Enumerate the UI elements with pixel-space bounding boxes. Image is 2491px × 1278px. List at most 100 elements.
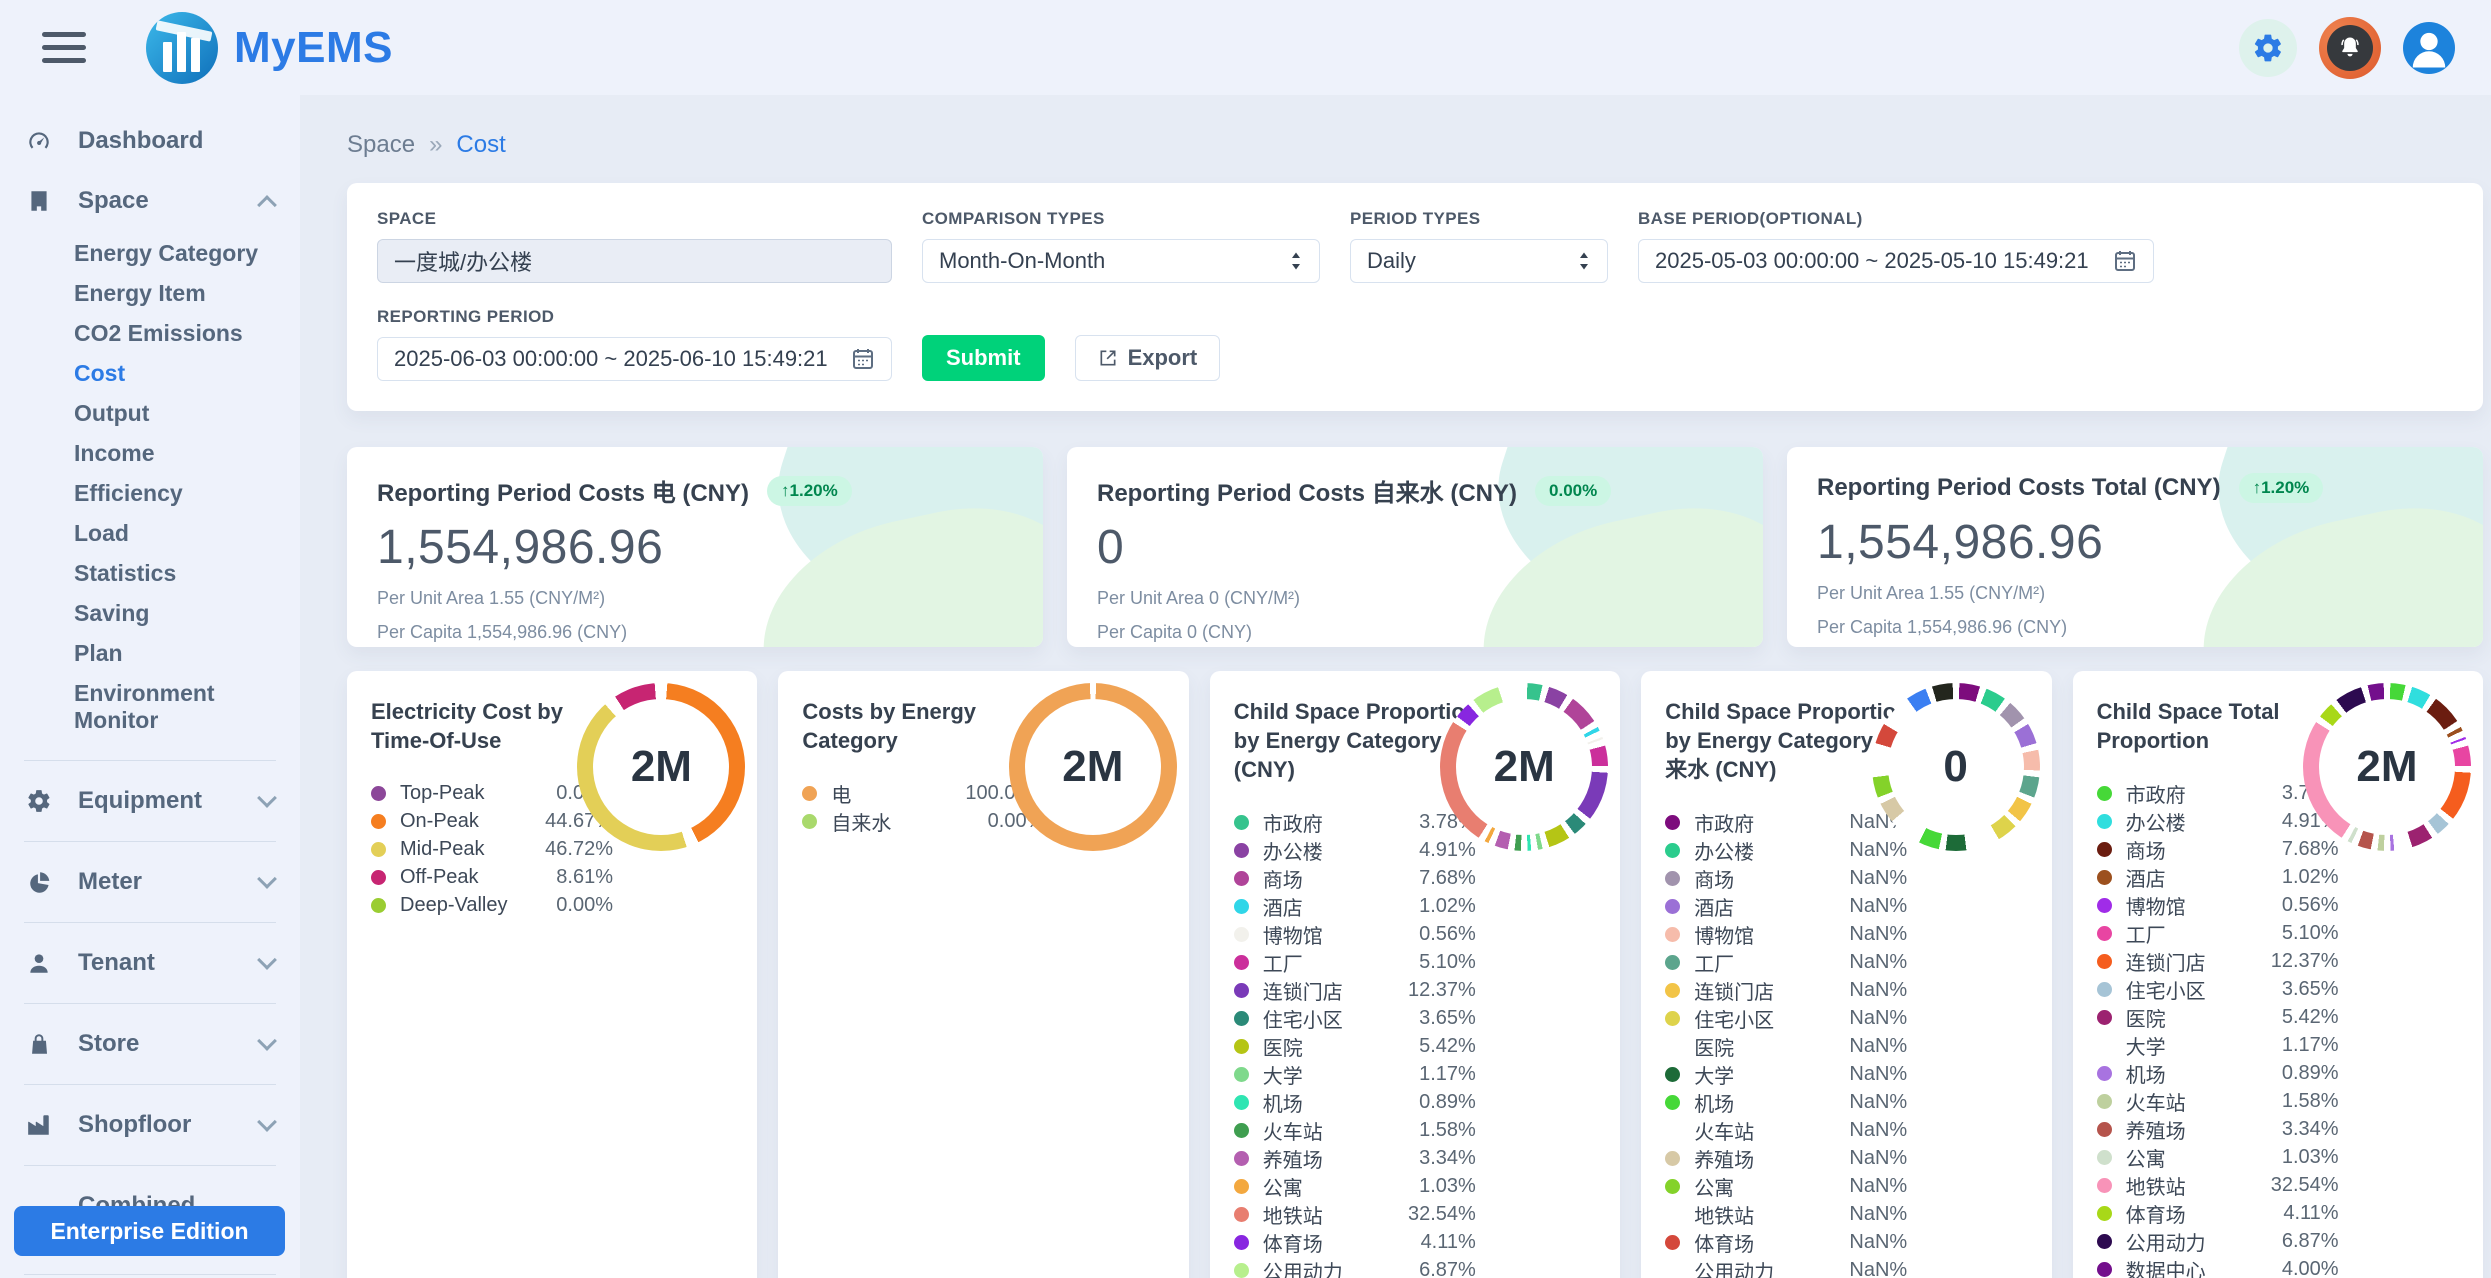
- legend-item[interactable]: 公用动力6.87%: [2097, 1227, 2339, 1255]
- reporting-period-input[interactable]: 2025-06-03 00:00:00 ~ 2025-06-10 15:49:2…: [377, 337, 892, 381]
- legend-item[interactable]: 办公楼4.91%: [1234, 836, 1476, 864]
- user-avatar-icon[interactable]: [2403, 22, 2455, 74]
- legend-item[interactable]: 数据中心4.00%: [2097, 1255, 2339, 1278]
- legend-item[interactable]: 养殖场NaN%: [1665, 1144, 1907, 1172]
- legend-item[interactable]: 住宅小区3.65%: [1234, 1004, 1476, 1032]
- legend-item[interactable]: 商场NaN%: [1665, 864, 1907, 892]
- legend-item[interactable]: Top-Peak0.00%: [371, 779, 613, 807]
- comparison-types-select[interactable]: Month-On-Month: [922, 239, 1320, 283]
- legend-item[interactable]: 住宅小区3.65%: [2097, 975, 2339, 1003]
- legend-item[interactable]: 医院NaN%: [1665, 1032, 1907, 1060]
- legend-item[interactable]: 机场NaN%: [1665, 1088, 1907, 1116]
- legend-item[interactable]: 机场0.89%: [2097, 1059, 2339, 1087]
- legend-item[interactable]: 公用动力NaN%: [1665, 1256, 1907, 1278]
- legend-item[interactable]: 机场0.89%: [1234, 1088, 1476, 1116]
- legend-item[interactable]: 酒店1.02%: [1234, 892, 1476, 920]
- legend-item[interactable]: 商场7.68%: [1234, 864, 1476, 892]
- legend-item[interactable]: 工厂5.10%: [2097, 919, 2339, 947]
- sidebar-item-tenant[interactable]: Tenant: [22, 933, 278, 993]
- sidebar-subitem-efficiency[interactable]: Efficiency: [74, 473, 278, 513]
- donut-center-label: 2M: [631, 742, 692, 792]
- sidebar-subitem-environment-monitor[interactable]: Environment Monitor: [74, 673, 278, 740]
- legend-item[interactable]: Off-Peak8.61%: [371, 863, 613, 891]
- legend-item[interactable]: 连锁门店12.37%: [2097, 947, 2339, 975]
- space-field: SPACE 一度城/办公楼: [377, 209, 892, 283]
- legend-item[interactable]: 博物馆0.56%: [1234, 920, 1476, 948]
- legend-item[interactable]: 火车站1.58%: [2097, 1087, 2339, 1115]
- legend-item[interactable]: 地铁站32.54%: [2097, 1171, 2339, 1199]
- legend-item[interactable]: 办公楼NaN%: [1665, 836, 1907, 864]
- comparison-types-field: COMPARISON TYPES Month-On-Month: [922, 209, 1320, 283]
- legend-item[interactable]: 连锁门店12.37%: [1234, 976, 1476, 1004]
- legend-item[interactable]: 养殖场3.34%: [2097, 1115, 2339, 1143]
- sidebar-item-meter[interactable]: Meter: [22, 852, 278, 912]
- legend-item[interactable]: 大学1.17%: [1234, 1060, 1476, 1088]
- legend-item[interactable]: 博物馆NaN%: [1665, 920, 1907, 948]
- legend-item[interactable]: 医院5.42%: [1234, 1032, 1476, 1060]
- legend-item[interactable]: 工厂NaN%: [1665, 948, 1907, 976]
- legend-item[interactable]: 火车站NaN%: [1665, 1116, 1907, 1144]
- submit-button[interactable]: Submit: [922, 335, 1045, 381]
- legend-item[interactable]: 地铁站32.54%: [1234, 1200, 1476, 1228]
- legend-item[interactable]: 体育场NaN%: [1665, 1228, 1907, 1256]
- legend-item[interactable]: 大学1.17%: [2097, 1031, 2339, 1059]
- base-period-input[interactable]: 2025-05-03 00:00:00 ~ 2025-05-10 15:49:2…: [1638, 239, 2154, 283]
- enterprise-edition-button[interactable]: Enterprise Edition: [14, 1206, 285, 1256]
- sidebar-item-dashboard[interactable]: Dashboard: [22, 111, 278, 171]
- menu-icon[interactable]: [42, 28, 94, 68]
- legend-item[interactable]: 商场7.68%: [2097, 835, 2339, 863]
- sidebar-subitem-income[interactable]: Income: [74, 433, 278, 473]
- legend-item[interactable]: Mid-Peak46.72%: [371, 835, 613, 863]
- sidebar-subitem-output[interactable]: Output: [74, 393, 278, 433]
- sidebar-item-equipment[interactable]: Equipment: [22, 771, 278, 831]
- notifications-bell-icon[interactable]: [2319, 17, 2381, 79]
- legend-item[interactable]: 住宅小区NaN%: [1665, 1004, 1907, 1032]
- legend-item[interactable]: 养殖场3.34%: [1234, 1144, 1476, 1172]
- sidebar-subitem-plan[interactable]: Plan: [74, 633, 278, 673]
- legend-item[interactable]: 市政府3.78%: [2097, 779, 2339, 807]
- legend-label: 地铁站: [1263, 1200, 1323, 1229]
- sidebar-item-shopfloor[interactable]: Shopfloor: [22, 1095, 278, 1155]
- legend-item[interactable]: 市政府NaN%: [1665, 808, 1907, 836]
- legend-item[interactable]: Deep-Valley0.00%: [371, 891, 613, 919]
- sidebar-subitem-statistics[interactable]: Statistics: [74, 553, 278, 593]
- legend-item[interactable]: 电100.00%: [802, 779, 1044, 807]
- legend-item[interactable]: 酒店1.02%: [2097, 863, 2339, 891]
- legend-item[interactable]: 连锁门店NaN%: [1665, 976, 1907, 1004]
- legend-color-dot: [2097, 870, 2112, 885]
- legend-item[interactable]: 公寓NaN%: [1665, 1172, 1907, 1200]
- legend-item[interactable]: 体育场4.11%: [2097, 1199, 2339, 1227]
- legend-item[interactable]: 医院5.42%: [2097, 1003, 2339, 1031]
- legend-item[interactable]: 火车站1.58%: [1234, 1116, 1476, 1144]
- sidebar-subitem-energy-category[interactable]: Energy Category: [74, 233, 278, 273]
- legend-item[interactable]: 公寓1.03%: [1234, 1172, 1476, 1200]
- legend-item[interactable]: 办公楼4.91%: [2097, 807, 2339, 835]
- legend-item[interactable]: 市政府3.78%: [1234, 808, 1476, 836]
- legend-item[interactable]: 公寓1.03%: [2097, 1143, 2339, 1171]
- legend-color-dot: [1665, 1039, 1680, 1054]
- legend-item[interactable]: 酒店NaN%: [1665, 892, 1907, 920]
- sidebar-subitem-energy-item[interactable]: Energy Item: [74, 273, 278, 313]
- export-button[interactable]: Export: [1075, 335, 1221, 381]
- legend-label: 公用动力: [1263, 1256, 1343, 1278]
- legend-item[interactable]: On-Peak44.67%: [371, 807, 613, 835]
- legend-item[interactable]: 大学NaN%: [1665, 1060, 1907, 1088]
- sidebar-subitem-saving[interactable]: Saving: [74, 593, 278, 633]
- legend-item[interactable]: 博物馆0.56%: [2097, 891, 2339, 919]
- legend-item[interactable]: 工厂5.10%: [1234, 948, 1476, 976]
- sidebar-subitem-cost[interactable]: Cost: [74, 353, 278, 393]
- legend-item[interactable]: 公用动力6.87%: [1234, 1256, 1476, 1278]
- sidebar-subitem-co2-emissions[interactable]: CO2 Emissions: [74, 313, 278, 353]
- settings-gear-icon[interactable]: [2239, 19, 2297, 77]
- chart-card: Electricity Cost by Time-Of-Use2MTop-Pea…: [347, 671, 757, 1278]
- sidebar-subitem-load[interactable]: Load: [74, 513, 278, 553]
- space-input[interactable]: 一度城/办公楼: [377, 239, 892, 283]
- brand-logo[interactable]: MyEMS: [146, 12, 393, 84]
- breadcrumb-space-link[interactable]: Space: [347, 131, 415, 159]
- legend-item[interactable]: 体育场4.11%: [1234, 1228, 1476, 1256]
- legend-item[interactable]: 自来水0.00%: [802, 807, 1044, 835]
- sidebar-item-store[interactable]: Store: [22, 1014, 278, 1074]
- period-types-select[interactable]: Daily: [1350, 239, 1608, 283]
- sidebar-item-space[interactable]: Space: [22, 171, 278, 231]
- legend-item[interactable]: 地铁站NaN%: [1665, 1200, 1907, 1228]
